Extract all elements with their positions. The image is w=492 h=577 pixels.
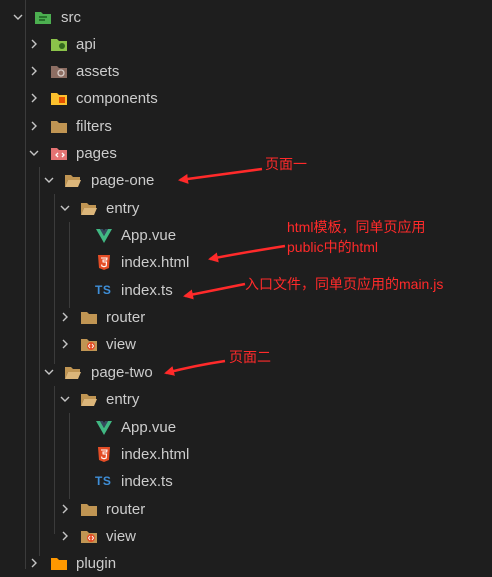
annotation-html-template-public: public中的html — [287, 239, 379, 255]
arrow-page-two — [164, 359, 226, 376]
arrow-html-template — [208, 244, 286, 263]
arrow-entry-file — [183, 282, 246, 300]
annotation-page-two: 页面二 — [229, 349, 271, 365]
arrow-page-one — [178, 167, 263, 184]
annotation-entry-file: 入口文件，同单页应用的main.js — [245, 276, 444, 292]
annotation-html-template: html模板，同单页应用 — [287, 219, 426, 235]
annotation-page-one: 页面一 — [265, 156, 307, 172]
